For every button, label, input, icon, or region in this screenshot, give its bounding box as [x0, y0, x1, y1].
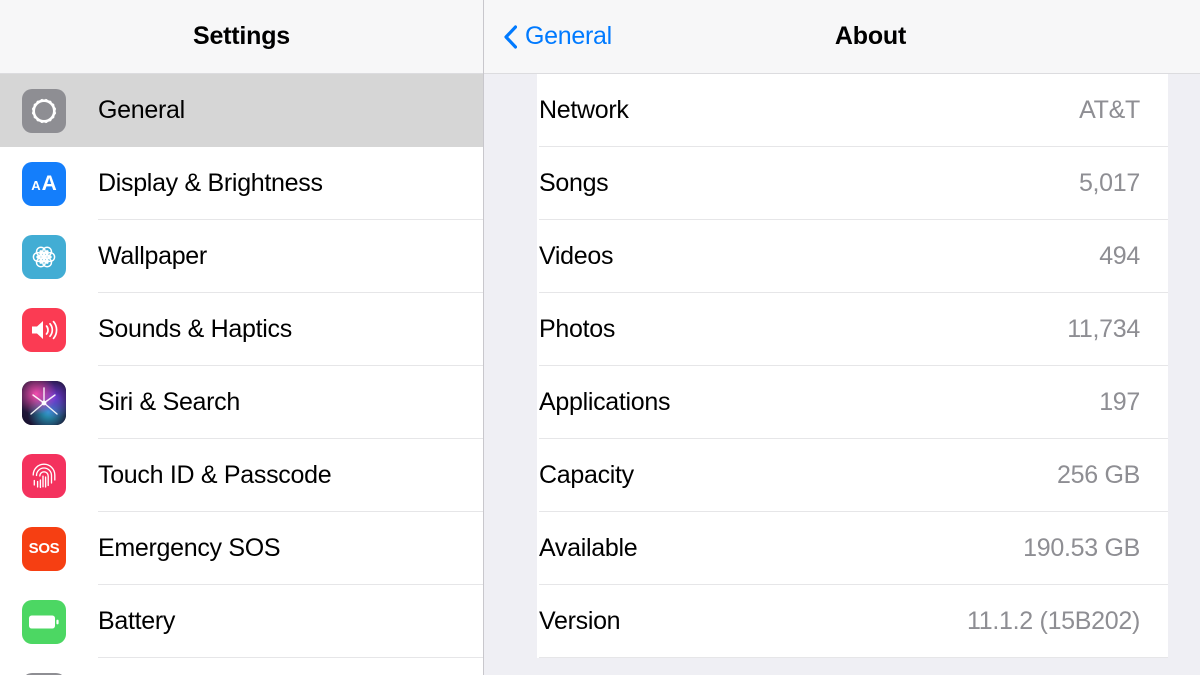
- sidebar-item-touch-id-passcode[interactable]: Touch ID & Passcode: [0, 439, 483, 512]
- sidebar-item-wallpaper[interactable]: Wallpaper: [0, 220, 483, 293]
- back-button[interactable]: General: [503, 22, 612, 51]
- info-row-label: Videos: [539, 242, 614, 270]
- info-row-applications[interactable]: Applications 197: [537, 366, 1168, 439]
- info-row-label: Photos: [539, 315, 616, 343]
- info-row-videos[interactable]: Videos 494: [537, 220, 1168, 293]
- speaker-icon: [22, 307, 66, 352]
- text-size-icon: AA: [22, 161, 66, 206]
- sos-icon: SOS: [22, 526, 66, 571]
- info-row-label: Capacity: [539, 461, 634, 489]
- sidebar-item-emergency-sos[interactable]: SOS Emergency SOS: [0, 512, 483, 585]
- row-divider: [539, 657, 1168, 658]
- info-row-version[interactable]: Version 11.1.2 (15B202): [537, 585, 1168, 658]
- sidebar-item-label: Display & Brightness: [98, 169, 323, 197]
- gear-icon: [22, 88, 66, 133]
- info-row-value: 256 GB: [1057, 461, 1140, 489]
- info-row-label: Version: [539, 607, 621, 635]
- sidebar-item-sounds-haptics[interactable]: Sounds & Haptics: [0, 293, 483, 366]
- sidebar-item-siri-search[interactable]: Siri & Search: [0, 366, 483, 439]
- detail-panel: General About Network AT&T Songs 5,017 Video…: [483, 0, 1200, 675]
- info-row-label: Applications: [539, 388, 671, 416]
- sidebar-header: Settings: [0, 0, 483, 74]
- gear-glyph: [29, 96, 59, 125]
- sidebar-item-label: Sounds & Haptics: [98, 315, 292, 343]
- info-row-photos[interactable]: Photos 11,734: [537, 293, 1168, 366]
- info-row-label: Available: [539, 534, 638, 562]
- info-row-value: 190.53 GB: [1023, 534, 1140, 562]
- settings-sidebar: Settings General A A Display & Brightness Wa…: [0, 0, 483, 675]
- info-row-value: 11.1.2 (15B202): [967, 607, 1140, 635]
- info-row-value: 11,734: [1067, 315, 1140, 343]
- info-row-value: 494: [1099, 242, 1140, 270]
- info-row-label: Songs: [539, 169, 609, 197]
- aa-glyph: AA: [31, 172, 57, 195]
- info-row-capacity[interactable]: Capacity 256 GB: [537, 439, 1168, 512]
- info-row-network[interactable]: Network AT&T: [537, 74, 1168, 147]
- sidebar-item-label: Wallpaper: [98, 242, 207, 270]
- info-row-value: AT&T: [1079, 96, 1140, 124]
- page-title: Settings: [192, 22, 291, 50]
- sidebar-list[interactable]: General A A Display & Brightness Wallpaper So…: [0, 74, 483, 675]
- info-row-value: 197: [1099, 388, 1140, 416]
- sidebar-item-general[interactable]: General: [0, 74, 483, 147]
- sidebar-item-label: Siri & Search: [98, 388, 240, 416]
- sidebar-item-label: General: [98, 96, 185, 124]
- flower-glyph: [32, 245, 56, 268]
- battery-glyph: [29, 615, 59, 628]
- sidebar-item-label: Touch ID & Passcode: [98, 461, 332, 489]
- siri-star-glyph: [30, 386, 58, 415]
- fingerprint-glyph: [32, 463, 56, 488]
- fingerprint-icon: [22, 453, 66, 498]
- battery-icon: [22, 599, 66, 644]
- sidebar-item-battery[interactable]: Battery: [0, 585, 483, 658]
- sidebar-item-display-brightness[interactable]: A A Display & Brightness: [0, 147, 483, 220]
- sidebar-item-label: Emergency SOS: [98, 534, 281, 562]
- info-row-value: 5,017: [1078, 169, 1140, 197]
- info-row-label: Network: [539, 96, 629, 124]
- chevron-left-icon: [504, 24, 517, 49]
- siri-orb-icon: [22, 380, 66, 425]
- detail-body: Network AT&T Songs 5,017 Videos 494 Photos 11,7…: [483, 74, 1200, 675]
- sidebar-item-label: Battery: [98, 607, 176, 635]
- speaker-glyph: [32, 320, 58, 339]
- back-button-label: General: [525, 22, 612, 50]
- info-row-songs[interactable]: Songs 5,017: [537, 147, 1168, 220]
- sos-glyph: SOS: [28, 540, 60, 557]
- about-info-card: Network AT&T Songs 5,017 Videos 494 Photos 11,7…: [537, 74, 1168, 658]
- flower-icon: [22, 234, 66, 279]
- sidebar-item-partial[interactable]: [0, 658, 483, 675]
- settings-app: Settings General A A Display & Brightness Wa…: [0, 0, 1200, 675]
- detail-header: General About: [483, 0, 1200, 74]
- info-row-available[interactable]: Available 190.53 GB: [537, 512, 1168, 585]
